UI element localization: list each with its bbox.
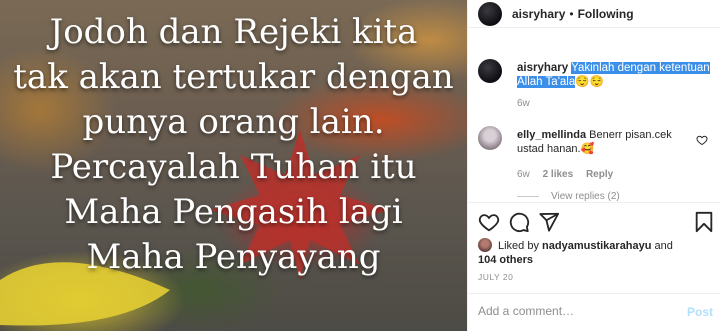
- view-replies-line: [517, 196, 539, 197]
- liker-avatar[interactable]: [478, 238, 492, 252]
- heart-icon[interactable]: [696, 134, 708, 146]
- caption-emojis: 😌😌: [575, 76, 604, 88]
- heart-icon[interactable]: [478, 211, 500, 233]
- comments-list[interactable]: aisryhary Yakinlah dengan ketentuan Alla…: [468, 29, 720, 202]
- commenter-username[interactable]: elly_mellinda: [517, 129, 586, 141]
- quote-line: Percayalah Tuhan itu: [50, 147, 417, 187]
- reply-button[interactable]: Reply: [586, 169, 613, 180]
- post-date[interactable]: JULY 20: [478, 272, 513, 282]
- separator-dot: •: [569, 6, 574, 21]
- post-comment-button[interactable]: Post: [687, 305, 713, 319]
- quote-line: punya orang lain.: [82, 102, 385, 142]
- liker-username[interactable]: nadyamustikarahayu: [542, 240, 651, 252]
- post-header: aisryhary • Following: [468, 0, 720, 28]
- caption-meta: 6w: [517, 97, 717, 111]
- add-comment-bar: Post: [468, 293, 720, 331]
- quote-line: Jodoh dan Rejeki kita: [49, 12, 418, 52]
- action-bar: [468, 202, 720, 233]
- share-icon[interactable]: [538, 211, 560, 233]
- caption-body: aisryhary Yakinlah dengan ketentuan Alla…: [517, 61, 717, 111]
- comment-likes[interactable]: 2 likes: [543, 169, 574, 180]
- quote-text: Jodoh dan Rejeki kita tak akan tertukar …: [0, 10, 467, 280]
- add-comment-input[interactable]: [478, 304, 678, 318]
- likes-summary: Liked by nadyamustikarahayu and 104 othe…: [478, 238, 718, 267]
- comment-emoji: 🥰: [580, 143, 595, 155]
- quote-line: Maha Penyayang: [86, 237, 381, 277]
- author-avatar[interactable]: [478, 1, 502, 26]
- quote-line: Maha Pengasih lagi: [64, 192, 403, 232]
- view-replies-label: View replies (2): [551, 191, 620, 202]
- caption-text-selected: Yakinlah dengan ketentuan: [571, 62, 710, 74]
- following-button[interactable]: Following: [578, 7, 634, 21]
- comment-icon[interactable]: [508, 211, 530, 233]
- caption-username[interactable]: aisryhary: [517, 62, 568, 74]
- comment-body: elly_mellinda Benerr pisan.cek ustad han…: [517, 128, 697, 182]
- author-username[interactable]: aisryhary: [512, 7, 565, 21]
- bookmark-icon[interactable]: [693, 211, 715, 233]
- likes-and: and: [654, 240, 673, 252]
- quote-line: tak akan tertukar dengan: [13, 57, 454, 97]
- caption-age[interactable]: 6w: [517, 98, 530, 109]
- comment-age[interactable]: 6w: [517, 169, 530, 180]
- view-replies-button[interactable]: View replies (2): [517, 191, 620, 202]
- caption-avatar[interactable]: [478, 59, 502, 83]
- caption-text-selected: Allah Ta'ala: [517, 76, 576, 88]
- others-count[interactable]: 104 others: [478, 254, 533, 266]
- commenter-avatar[interactable]: [478, 126, 502, 150]
- post-side-panel: aisryhary • Following aisryhary Yakinlah…: [467, 0, 720, 331]
- comment-meta: 6w 2 likes Reply: [517, 168, 697, 182]
- post-image[interactable]: Jodoh dan Rejeki kita tak akan tertukar …: [0, 0, 467, 331]
- liked-by-prefix: Liked by: [498, 240, 539, 252]
